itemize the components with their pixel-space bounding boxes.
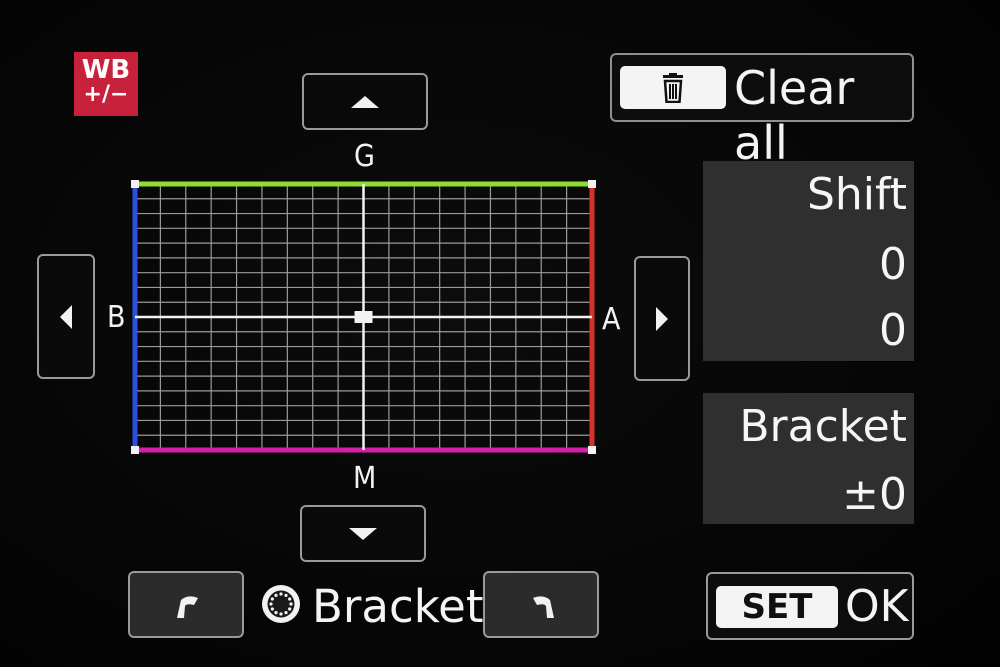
shift-right-button[interactable] [634, 256, 690, 381]
shift-down-button[interactable] [300, 505, 426, 562]
grid-corner [588, 446, 596, 454]
shift-left-button[interactable] [37, 254, 95, 379]
down-arrow-icon [349, 527, 377, 540]
bracket-mode-label: Bracket [312, 580, 484, 633]
bracket-title: Bracket [739, 401, 907, 452]
axis-label-blue: B [107, 300, 126, 335]
grid-corner [131, 180, 139, 188]
shift-value-gm: 0 [879, 305, 907, 356]
shift-value-ab: 0 [879, 239, 907, 290]
trash-icon [663, 72, 683, 103]
clear-all-label: Clear all [734, 61, 855, 171]
wb-shift-screen: WB +/− G M B A Clear all Shift 0 0 Brack… [0, 0, 1000, 667]
axis-label-magenta: M [353, 461, 377, 496]
grid-corner [588, 180, 596, 188]
bracket-increase-button[interactable] [483, 571, 599, 638]
wb-shift-badge: WB +/− [74, 52, 138, 116]
axis-label-amber: A [602, 302, 621, 337]
quick-control-dial-icon [262, 585, 300, 623]
shift-title: Shift [806, 169, 907, 220]
trash-icon-box [620, 66, 726, 109]
axis-label-green: G [354, 139, 375, 174]
grid-corner [131, 446, 139, 454]
dial-rotate-left-icon [177, 596, 198, 618]
shift-cursor[interactable] [354, 311, 373, 323]
wb-badge-line1: WB [81, 55, 131, 85]
shift-up-button[interactable] [302, 73, 428, 130]
left-arrow-icon [60, 304, 72, 329]
set-ok-button[interactable]: SET OK [706, 572, 914, 640]
bracket-decrease-button[interactable] [128, 571, 244, 638]
bracket-panel: Bracket ±0 [703, 393, 914, 524]
wb-shift-grid[interactable] [128, 177, 600, 457]
wb-badge-line2: +/− [83, 82, 129, 107]
clear-all-button[interactable]: Clear all [610, 53, 914, 170]
ok-label: OK [845, 581, 909, 632]
set-key-label: SET [716, 586, 838, 628]
shift-panel: Shift 0 0 [703, 161, 914, 361]
right-arrow-icon [656, 306, 668, 331]
bracket-value: ±0 [842, 469, 907, 520]
dial-rotate-right-icon [533, 596, 554, 618]
up-arrow-icon [351, 95, 379, 108]
